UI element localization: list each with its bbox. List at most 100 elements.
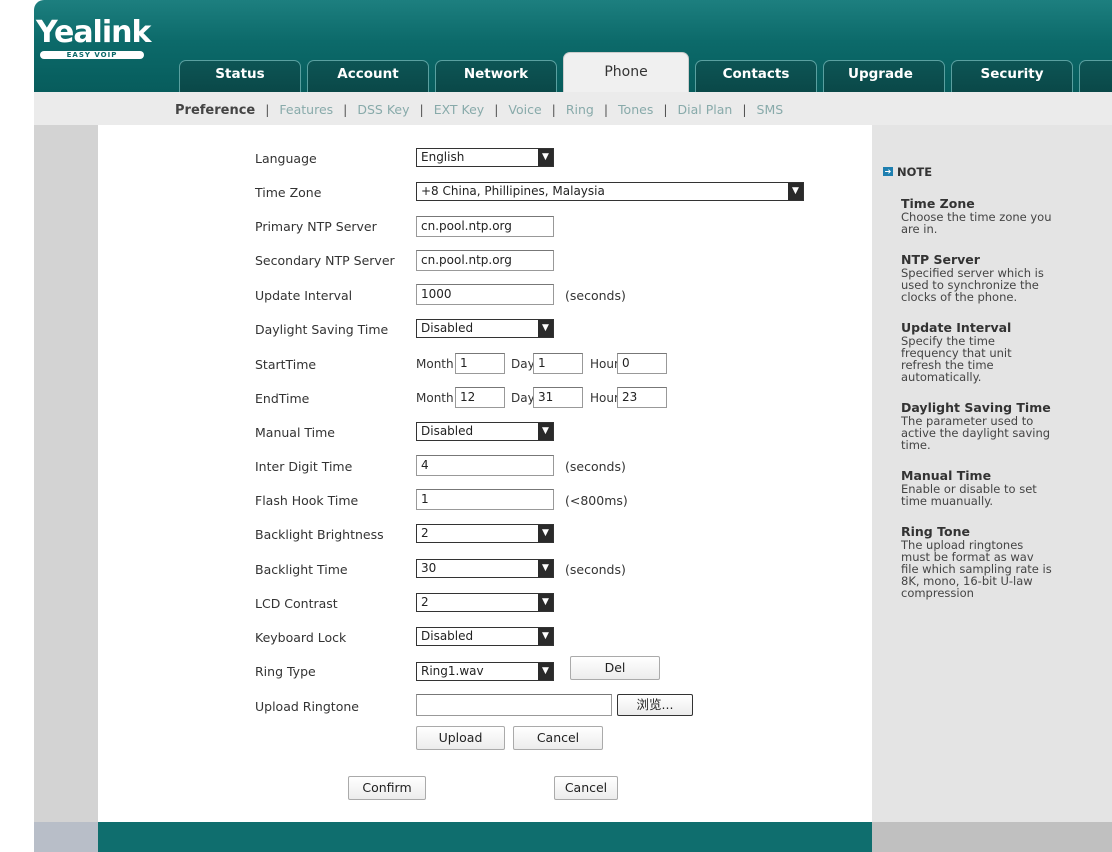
backlight-time-unit: (seconds): [565, 562, 626, 577]
subnav-tones[interactable]: Tones: [618, 102, 653, 117]
subnav-separator: |: [265, 102, 270, 117]
dropdown-arrow-icon: ▼: [538, 663, 553, 680]
flash-hook-unit: (<800ms): [565, 493, 628, 508]
footer-bar: [98, 822, 872, 852]
logo-brand: Yealink: [36, 15, 151, 50]
subnav-features[interactable]: Features: [279, 102, 333, 117]
start-month-input[interactable]: 1: [455, 353, 505, 374]
subnav-dial-plan[interactable]: Dial Plan: [678, 102, 733, 117]
subnav-voice[interactable]: Voice: [508, 102, 541, 117]
tab-network[interactable]: Network: [435, 60, 557, 92]
dropdown-arrow-icon: ▼: [538, 320, 553, 337]
note-section: Daylight Saving Time The parameter used …: [883, 401, 1053, 452]
subnav-separator: |: [419, 102, 424, 117]
backlight-brightness-label: Backlight Brightness: [255, 527, 384, 542]
tab-phone[interactable]: Phone: [563, 52, 689, 92]
dropdown-arrow-icon: ▼: [538, 560, 553, 577]
upload-ringtone-file-input[interactable]: [416, 694, 612, 716]
browse-button[interactable]: 浏览...: [617, 694, 693, 716]
right-footer-block: [872, 822, 1112, 852]
tab-contacts[interactable]: Contacts: [695, 60, 817, 92]
ring-type-select[interactable]: Ring1.wav ▼: [416, 662, 554, 681]
keyboard-lock-select[interactable]: Disabled ▼: [416, 627, 554, 646]
tab-more[interactable]: [1079, 60, 1112, 92]
start-hour-input[interactable]: 0: [617, 353, 667, 374]
secondary-ntp-label: Secondary NTP Server: [255, 253, 395, 268]
end-time-label: EndTime: [255, 391, 310, 406]
time-zone-select[interactable]: +8 China, Phillipines, Malaysia ▼: [416, 182, 804, 201]
update-interval-label: Update Interval: [255, 288, 353, 303]
dst-value: Disabled: [421, 321, 474, 335]
primary-ntp-input[interactable]: cn.pool.ntp.org: [416, 216, 554, 237]
note-section-title: Manual Time: [901, 468, 992, 483]
upload-button[interactable]: Upload: [416, 726, 505, 750]
confirm-button[interactable]: Confirm: [348, 776, 426, 800]
flash-hook-input[interactable]: 1: [416, 489, 554, 510]
manual-time-select[interactable]: Disabled ▼: [416, 422, 554, 441]
lcd-contrast-label: LCD Contrast: [255, 596, 338, 611]
backlight-time-value: 30: [421, 561, 437, 575]
end-day-label: Day: [511, 391, 535, 405]
language-select[interactable]: English ▼: [416, 148, 554, 167]
secondary-ntp-input[interactable]: cn.pool.ntp.org: [416, 250, 554, 271]
note-section-title: Time Zone: [901, 196, 975, 211]
end-hour-label: Hour: [590, 391, 619, 405]
subnav-dss-key[interactable]: DSS Key: [357, 102, 409, 117]
note-header: ➔ NOTE: [883, 165, 1053, 179]
note-section-title: NTP Server: [901, 252, 980, 267]
logo-slogan: EASY VOIP: [40, 51, 144, 59]
manual-time-label: Manual Time: [255, 425, 335, 440]
note-section-text: Specify the time frequency that unit ref…: [901, 334, 1012, 384]
tab-account[interactable]: Account: [307, 60, 429, 92]
end-day-input[interactable]: 31: [533, 387, 583, 408]
end-month-input[interactable]: 12: [455, 387, 505, 408]
note-section-text: Choose the time zone you are in.: [901, 210, 1052, 236]
start-day-input[interactable]: 1: [533, 353, 583, 374]
tab-security[interactable]: Security: [951, 60, 1073, 92]
dropdown-arrow-icon: ▼: [538, 149, 553, 166]
note-icon: ➔: [883, 167, 893, 176]
tab-status[interactable]: Status: [179, 60, 301, 92]
tab-upgrade[interactable]: Upgrade: [823, 60, 945, 92]
note-section: NTP Server Specified server which is use…: [883, 252, 1053, 304]
note-section: Time Zone Choose the time zone you are i…: [883, 196, 1053, 236]
note-section: Update Interval Specify the time frequen…: [883, 321, 1053, 384]
preference-form: Language English ▼ Time Zone +8 China, P…: [98, 125, 872, 822]
dropdown-arrow-icon: ▼: [788, 183, 803, 200]
dst-select[interactable]: Disabled ▼: [416, 319, 554, 338]
subnav-preference[interactable]: Preference: [175, 103, 255, 118]
dst-label: Daylight Saving Time: [255, 322, 389, 337]
lcd-contrast-select[interactable]: 2 ▼: [416, 593, 554, 612]
manual-time-value: Disabled: [421, 424, 474, 438]
end-hour-input[interactable]: 23: [617, 387, 667, 408]
note-content: ➔ NOTE Time Zone Choose the time zone yo…: [883, 165, 1053, 599]
subnav-ring[interactable]: Ring: [566, 102, 594, 117]
backlight-time-select[interactable]: 30 ▼: [416, 559, 554, 578]
left-gutter: [34, 125, 98, 852]
end-month-label: Month: [416, 391, 454, 405]
backlight-brightness-select[interactable]: 2 ▼: [416, 524, 554, 543]
subnav-separator: |: [742, 102, 747, 117]
dropdown-arrow-icon: ▼: [538, 525, 553, 542]
update-interval-input[interactable]: 1000: [416, 284, 554, 305]
start-time-label: StartTime: [255, 357, 317, 372]
inter-digit-label: Inter Digit Time: [255, 459, 353, 474]
note-section-text: The parameter used to active the dayligh…: [901, 414, 1051, 452]
subnav-sms[interactable]: SMS: [757, 102, 784, 117]
ring-type-label: Ring Type: [255, 664, 316, 679]
backlight-time-label: Backlight Time: [255, 562, 348, 577]
upload-cancel-button[interactable]: Cancel: [513, 726, 603, 750]
start-month-label: Month: [416, 357, 454, 371]
note-section: Ring Tone The upload ringtones must be f…: [883, 524, 1053, 600]
subnav-ext-key[interactable]: EXT Key: [434, 102, 485, 117]
note-section-text: Enable or disable to set time muanually.: [901, 482, 1037, 508]
cancel-button[interactable]: Cancel: [554, 776, 618, 800]
inter-digit-input[interactable]: 4: [416, 455, 554, 476]
time-zone-label: Time Zone: [255, 185, 322, 200]
dropdown-arrow-icon: ▼: [538, 628, 553, 645]
delete-ringtone-button[interactable]: Del: [570, 656, 660, 680]
subnav-separator: |: [551, 102, 556, 117]
note-section-title: Ring Tone: [901, 524, 970, 539]
note-section-text: The upload ringtones must be format as w…: [901, 538, 1052, 600]
note-section-text: Specified server which is used to synchr…: [901, 266, 1044, 304]
